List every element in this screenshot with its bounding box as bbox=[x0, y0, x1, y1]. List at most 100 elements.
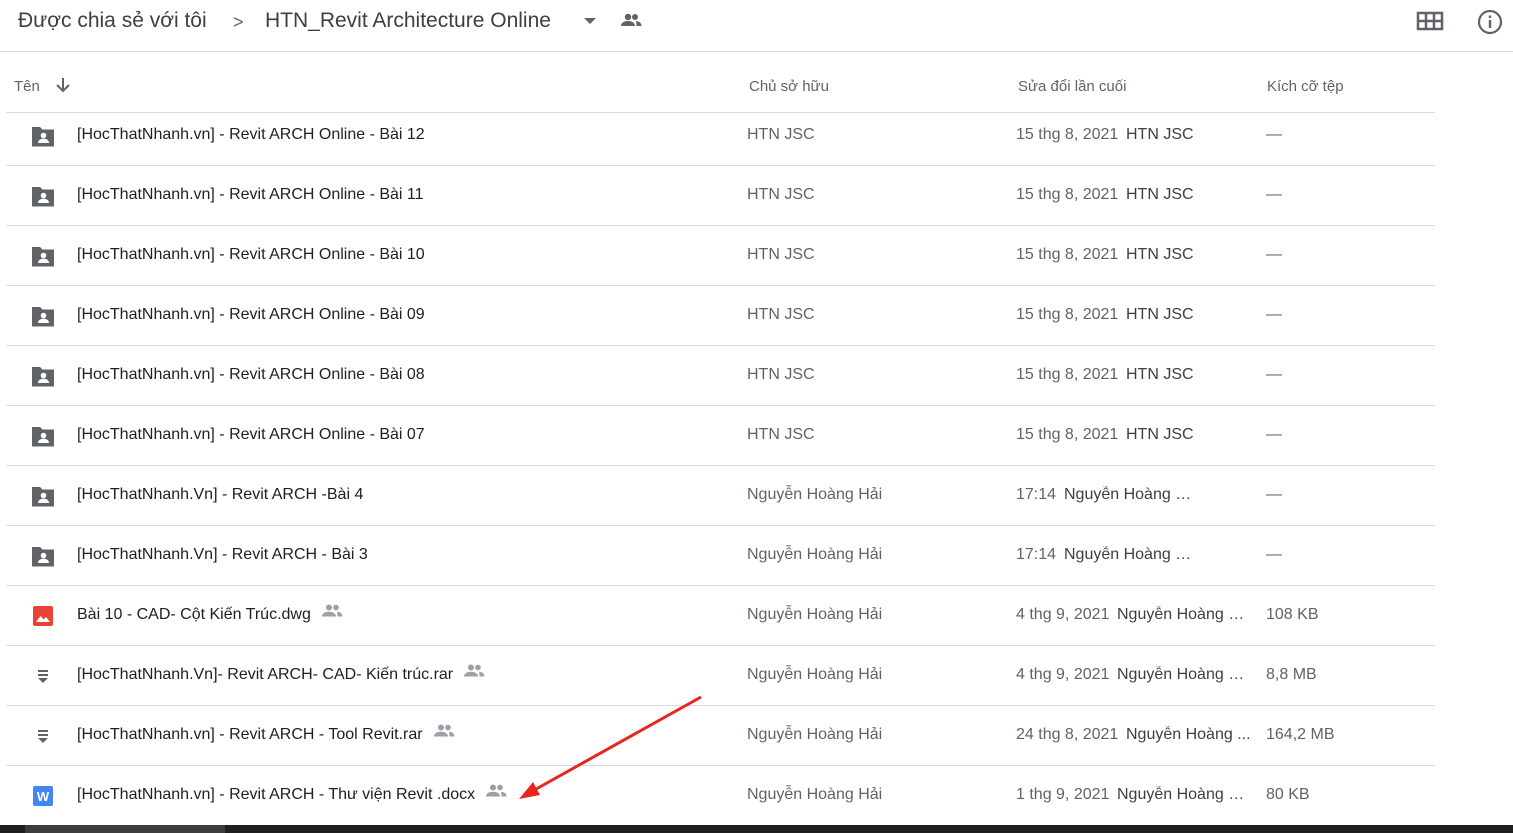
column-size-header[interactable]: Kích cỡ tệp bbox=[1267, 78, 1344, 95]
breadcrumb-shared-with-me[interactable]: Được chia sẻ với tôi bbox=[18, 9, 207, 33]
file-size: 164,2 MB bbox=[1266, 726, 1335, 743]
shared-people-icon bbox=[463, 664, 485, 682]
file-size: — bbox=[1266, 246, 1282, 263]
file-modified-by: HTN JSC bbox=[1126, 306, 1194, 323]
file-name-text: [HocThatNhanh.vn] - Revit ARCH Online - … bbox=[77, 306, 425, 323]
file-name[interactable]: [HocThatNhanh.Vn] - Revit ARCH -Bài 4 bbox=[77, 486, 363, 504]
file-size: 80 KB bbox=[1266, 786, 1310, 803]
file-modified-by: HTN JSC bbox=[1126, 186, 1194, 203]
file-modified-date: 15 thg 8, 2021 bbox=[1016, 246, 1119, 263]
grid-view-icon[interactable] bbox=[1416, 10, 1444, 37]
file-owner: Nguyễn Hoàng Hải bbox=[747, 666, 883, 683]
top-bar: Được chia sẻ với tôi > HTN_Revit Archite… bbox=[0, 0, 1513, 52]
shared-people-icon bbox=[321, 604, 343, 622]
file-size: — bbox=[1266, 426, 1282, 443]
file-modified-date: 15 thg 8, 2021 bbox=[1016, 366, 1119, 383]
breadcrumb-separator: > bbox=[233, 12, 244, 32]
file-modified-by: HTN JSC bbox=[1126, 366, 1194, 383]
file-modified-date: 1 thg 9, 2021 bbox=[1016, 786, 1110, 803]
file-owner: Nguyễn Hoàng Hải bbox=[747, 606, 883, 623]
file-size: 8,8 MB bbox=[1266, 666, 1317, 683]
image-file-icon bbox=[30, 605, 56, 627]
file-name[interactable]: [HocThatNhanh.vn] - Revit ARCH Online - … bbox=[77, 126, 425, 144]
file-row[interactable]: [HocThatNhanh.vn] - Revit ARCH - Tool Re… bbox=[6, 706, 1435, 766]
shared-folder-icon bbox=[30, 425, 56, 447]
column-name-header[interactable]: Tên bbox=[14, 78, 40, 95]
file-row[interactable]: [HocThatNhanh.vn] - Revit ARCH Online - … bbox=[6, 106, 1435, 166]
file-modified-by: Nguyễn Hoàng Hải bbox=[1117, 666, 1247, 683]
file-row[interactable]: [HocThatNhanh.vn] - Revit ARCH Online - … bbox=[6, 166, 1435, 226]
file-owner: HTN JSC bbox=[747, 366, 815, 383]
file-modified-date: 24 thg 8, 2021 bbox=[1016, 726, 1119, 743]
file-name[interactable]: [HocThatNhanh.vn] - Revit ARCH - Thư việ… bbox=[77, 784, 507, 804]
file-name[interactable]: [HocThatNhanh.vn] - Revit ARCH - Tool Re… bbox=[77, 724, 455, 744]
word-doc-icon: W bbox=[30, 785, 56, 807]
file-modified-date: 17:14 bbox=[1016, 546, 1057, 563]
file-row[interactable]: [HocThatNhanh.Vn] - Revit ARCH -Bài 4 Ngu… bbox=[6, 466, 1435, 526]
column-modified-header[interactable]: Sửa đổi lần cuối bbox=[1018, 78, 1126, 95]
file-owner: HTN JSC bbox=[747, 126, 815, 143]
file-name[interactable]: [HocThatNhanh.vn] - Revit ARCH Online - … bbox=[77, 426, 425, 444]
file-name-text: [HocThatNhanh.Vn] - Revit ARCH -Bài 4 bbox=[77, 486, 364, 503]
horizontal-scrollbar[interactable] bbox=[0, 825, 1513, 833]
file-owner: HTN JSC bbox=[747, 186, 815, 203]
file-name[interactable]: Bài 10 - CAD- Cột Kiến Trúc.dwg bbox=[77, 604, 343, 624]
file-name-text: [HocThatNhanh.vn] - Revit ARCH Online - … bbox=[77, 186, 424, 203]
file-modified-date: 15 thg 8, 2021 bbox=[1016, 306, 1119, 323]
file-size: — bbox=[1266, 486, 1282, 503]
file-modified-by: HTN JSC bbox=[1126, 246, 1194, 263]
file-owner: HTN JSC bbox=[747, 306, 815, 323]
file-modified-date: 4 thg 9, 2021 bbox=[1016, 606, 1110, 623]
file-row[interactable]: [HocThatNhanh.Vn] - Revit ARCH - Bài 3 Ng… bbox=[6, 526, 1435, 586]
breadcrumb-current-folder[interactable]: HTN_Revit Architecture Online bbox=[265, 9, 551, 33]
file-modified-date: 15 thg 8, 2021 bbox=[1016, 186, 1119, 203]
shared-people-icon bbox=[620, 13, 642, 32]
file-name-text: [HocThatNhanh.vn] - Revit ARCH - Thư việ… bbox=[77, 786, 476, 803]
shared-folder-icon bbox=[30, 125, 56, 147]
file-size: — bbox=[1266, 366, 1282, 383]
info-icon[interactable] bbox=[1476, 8, 1504, 41]
file-name[interactable]: [HocThatNhanh.Vn]- Revit ARCH- CAD- Kiến… bbox=[77, 664, 485, 684]
shared-folder-icon bbox=[30, 185, 56, 207]
sort-descending-arrow-icon[interactable] bbox=[54, 76, 72, 99]
file-owner: Nguyễn Hoàng Hải bbox=[747, 786, 883, 803]
file-row[interactable]: [HocThatNhanh.vn] - Revit ARCH Online - … bbox=[6, 226, 1435, 286]
file-row[interactable]: [HocThatNhanh.vn] - Revit ARCH Online - … bbox=[6, 346, 1435, 406]
file-name[interactable]: [HocThatNhanh.Vn] - Revit ARCH - Bài 3 bbox=[77, 546, 368, 564]
file-name[interactable]: [HocThatNhanh.vn] - Revit ARCH Online - … bbox=[77, 306, 425, 324]
folder-menu-caret-icon[interactable] bbox=[584, 18, 596, 24]
file-owner: Nguyễn Hoàng Hải bbox=[747, 726, 883, 743]
archive-file-icon bbox=[30, 665, 56, 687]
file-modified-by: Nguyễn Hoàng Hải bbox=[1064, 486, 1194, 503]
file-row[interactable]: W [HocThatNhanh.vn] - Revit ARCH - Thư vi… bbox=[6, 766, 1435, 826]
file-modified-date: 4 thg 9, 2021 bbox=[1016, 666, 1110, 683]
shared-people-icon bbox=[485, 784, 507, 802]
file-name-text: [HocThatNhanh.Vn] - Revit ARCH - Bài 3 bbox=[77, 546, 368, 563]
column-owner-header[interactable]: Chủ sở hữu bbox=[749, 78, 829, 95]
file-modified-by: Nguyễn Hoàng Hải bbox=[1064, 546, 1194, 563]
file-name-text: Bài 10 - CAD- Cột Kiến Trúc.dwg bbox=[77, 606, 311, 623]
file-owner: Nguyễn Hoàng Hải bbox=[747, 546, 883, 563]
file-name[interactable]: [HocThatNhanh.vn] - Revit ARCH Online - … bbox=[77, 246, 425, 264]
file-name-text: [HocThatNhanh.vn] - Revit ARCH Online - … bbox=[77, 126, 425, 143]
file-row[interactable]: [HocThatNhanh.vn] - Revit ARCH Online - … bbox=[6, 406, 1435, 466]
shared-folder-icon bbox=[30, 365, 56, 387]
file-modified-by: Nguyễn Hoàng ... bbox=[1126, 726, 1251, 743]
file-modified-by: Nguyễn Hoàng Hải bbox=[1117, 786, 1247, 803]
file-row[interactable]: [HocThatNhanh.Vn]- Revit ARCH- CAD- Kiến… bbox=[6, 646, 1435, 706]
file-name[interactable]: [HocThatNhanh.vn] - Revit ARCH Online - … bbox=[77, 366, 425, 384]
file-name-text: [HocThatNhanh.vn] - Revit ARCH Online - … bbox=[77, 246, 425, 263]
file-size: 108 KB bbox=[1266, 606, 1319, 623]
file-list: [HocThatNhanh.vn] - Revit ARCH Online - … bbox=[6, 106, 1435, 826]
file-size: — bbox=[1266, 126, 1282, 143]
shared-people-icon bbox=[433, 724, 455, 742]
file-row[interactable]: Bài 10 - CAD- Cột Kiến Trúc.dwg Nguyễn Ho… bbox=[6, 586, 1435, 646]
svg-text:W: W bbox=[37, 789, 50, 804]
scrollbar-thumb[interactable] bbox=[25, 825, 225, 833]
file-size: — bbox=[1266, 186, 1282, 203]
archive-file-icon bbox=[30, 725, 56, 747]
file-owner: HTN JSC bbox=[747, 426, 815, 443]
file-modified-date: 15 thg 8, 2021 bbox=[1016, 126, 1119, 143]
file-name[interactable]: [HocThatNhanh.vn] - Revit ARCH Online - … bbox=[77, 186, 424, 204]
file-row[interactable]: [HocThatNhanh.vn] - Revit ARCH Online - … bbox=[6, 286, 1435, 346]
